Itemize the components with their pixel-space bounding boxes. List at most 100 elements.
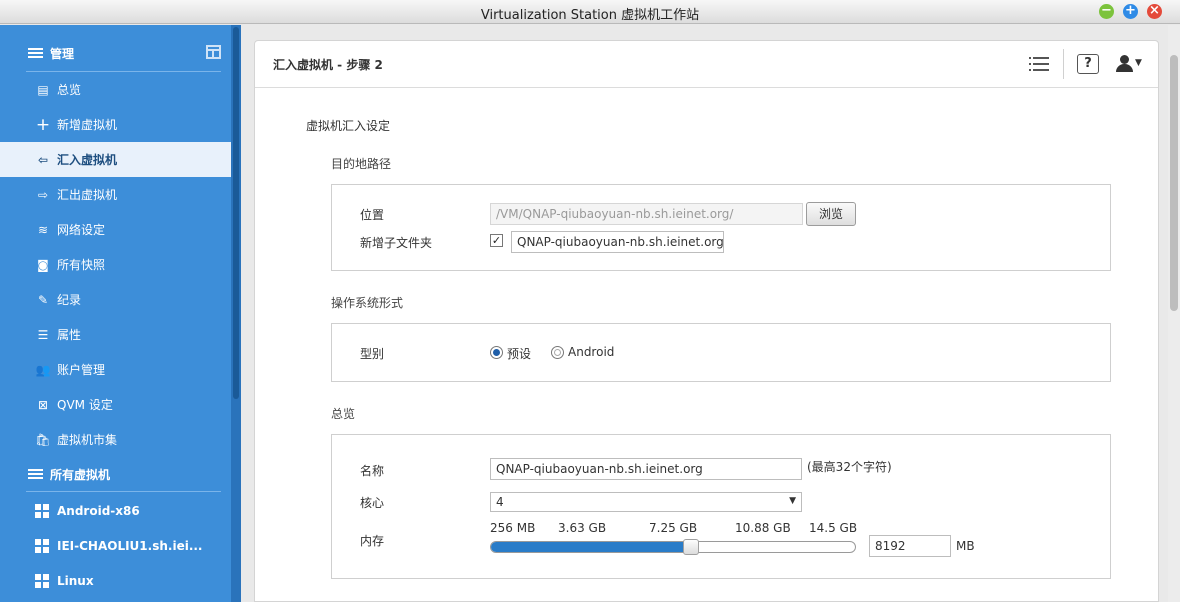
- log-icon: ✎: [37, 292, 49, 307]
- browse-button[interactable]: 浏览: [806, 202, 856, 226]
- sidebar-section-label: 所有虚拟机: [50, 467, 111, 482]
- vm-label: IEI-CHAOLIU1.sh.iei...: [57, 538, 203, 553]
- sidebar-item-import-vm[interactable]: ⇦ 汇入虚拟机: [0, 142, 231, 177]
- sidebar-scrollbar-thumb[interactable]: [233, 27, 239, 399]
- help-icon[interactable]: ?: [1077, 54, 1099, 74]
- chevron-down-icon: ▼: [789, 496, 796, 506]
- os-android-label[interactable]: Android: [568, 345, 614, 359]
- window-title-bar: Virtualization Station 虚拟机工作站 − + ×: [0, 0, 1180, 24]
- memory-tick: 256 MB: [490, 521, 536, 535]
- minimize-icon[interactable]: −: [1099, 4, 1114, 19]
- sidebar-item-label: 网络设定: [57, 223, 106, 237]
- location-input[interactable]: /VM/QNAP-qiubaoyuan-nb.sh.ieinet.org/: [490, 203, 803, 225]
- divider: [26, 491, 221, 492]
- memory-unit: MB: [956, 539, 975, 553]
- window-title: Virtualization Station 虚拟机工作站: [480, 8, 700, 23]
- sidebar-item-properties[interactable]: ☰ 属性: [0, 317, 231, 352]
- overview-icon: ▤: [37, 82, 49, 97]
- sidebar-item-label: 总览: [57, 83, 82, 97]
- import-icon: ⇦: [37, 152, 49, 167]
- sidebar-item-logs[interactable]: ✎ 纪录: [0, 282, 231, 317]
- memory-tick: 7.25 GB: [649, 521, 698, 535]
- user-menu-icon[interactable]: ▼: [1115, 55, 1143, 75]
- sidebar-item-accounts[interactable]: 👥 账户管理: [0, 352, 231, 387]
- page-scrollbar[interactable]: [1168, 25, 1180, 602]
- close-icon[interactable]: ×: [1147, 4, 1162, 19]
- vm-label: Android-x86: [57, 503, 140, 518]
- sidebar-item-label: 纪录: [57, 293, 82, 307]
- sidebar-section-manage[interactable]: 管理: [28, 43, 74, 63]
- sidebar-item-network[interactable]: ≋ 网络设定: [0, 212, 231, 247]
- sidebar-item-export-vm[interactable]: ⇨ 汇出虚拟机: [0, 177, 231, 212]
- sidebar-vm-item[interactable]: Android-x86: [0, 493, 231, 528]
- destination-title: 目的地路径: [331, 157, 392, 171]
- form-heading: 虚拟机汇入设定: [306, 119, 391, 133]
- new-folder-input[interactable]: QNAP-qiubaoyuan-nb.sh.ieinet.org: [511, 231, 724, 253]
- import-vm-panel: 汇入虚拟机 - 步骤 2 ? ▼ 虚拟机汇入设定 目的地路径 位置 /VM/QN…: [254, 40, 1159, 602]
- overview-box: 名称 QNAP-qiubaoyuan-nb.sh.ieinet.org (最高3…: [331, 434, 1111, 579]
- os-type-box: 型别 预设 Android: [331, 323, 1111, 382]
- plus-icon: +: [35, 114, 51, 135]
- vm-grid-icon: [35, 573, 49, 588]
- vm-name-input[interactable]: QNAP-qiubaoyuan-nb.sh.ieinet.org: [490, 458, 802, 480]
- sidebar-item-label: 汇出虚拟机: [57, 188, 118, 202]
- maximize-icon[interactable]: +: [1123, 4, 1138, 19]
- memory-slider[interactable]: [490, 541, 856, 553]
- sidebar-item-qvm-settings[interactable]: ⊠ QVM 设定: [0, 387, 231, 422]
- page-scrollbar-thumb[interactable]: [1170, 55, 1178, 311]
- memory-tick: 3.63 GB: [558, 521, 607, 535]
- sidebar-vm-item[interactable]: IEI-CHAOLIU1.sh.iei...: [0, 528, 231, 563]
- page-title: 汇入虚拟机 - 步骤 2: [273, 58, 383, 72]
- memory-input[interactable]: 8192: [869, 535, 951, 557]
- new-folder-label: 新增子文件夹: [360, 236, 433, 250]
- cores-value: 4: [496, 495, 504, 509]
- new-folder-checkbox[interactable]: ✓: [490, 234, 503, 247]
- panel-header: 汇入虚拟机 - 步骤 2 ? ▼: [255, 41, 1158, 88]
- sidebar-item-label: 新增虚拟机: [57, 118, 118, 132]
- memory-tick: 14.5 GB: [809, 521, 858, 535]
- memory-slider-fill: [491, 542, 692, 552]
- market-icon: 🛍: [35, 432, 51, 447]
- vm-label: Linux: [57, 573, 94, 588]
- accounts-icon: 👥: [35, 362, 51, 377]
- divider: [1063, 49, 1064, 79]
- sidebar-section-all-vms[interactable]: 所有虚拟机: [28, 464, 110, 484]
- sidebar-item-label: 虚拟机市集: [57, 433, 118, 447]
- export-icon: ⇨: [37, 187, 49, 202]
- sidebar: 管理 ▤ 总览 + 新增虚拟机 ⇦ 汇入虚拟机 ⇨ 汇出虚拟机 ≋ 网络设定 ◙…: [0, 25, 241, 602]
- name-label: 名称: [360, 464, 385, 478]
- type-label: 型别: [360, 347, 385, 361]
- properties-icon: ☰: [37, 327, 49, 342]
- sidebar-item-label: 所有快照: [57, 258, 106, 272]
- sidebar-item-snapshots[interactable]: ◙ 所有快照: [0, 247, 231, 282]
- location-label: 位置: [360, 208, 385, 222]
- sidebar-vm-item[interactable]: Linux: [0, 563, 231, 598]
- sidebar-item-add-vm[interactable]: + 新增虚拟机: [0, 107, 231, 142]
- memory-tick: 10.88 GB: [735, 521, 791, 535]
- sidebar-section-label: 管理: [50, 46, 75, 61]
- os-android-radio[interactable]: [551, 346, 564, 359]
- sidebar-item-label: 账户管理: [57, 363, 106, 377]
- vm-grid-icon: [35, 503, 49, 518]
- destination-box: 位置 /VM/QNAP-qiubaoyuan-nb.sh.ieinet.org/…: [331, 184, 1111, 271]
- os-default-radio[interactable]: [490, 346, 503, 359]
- overview-title: 总览: [331, 407, 356, 421]
- sidebar-item-label: 属性: [57, 328, 82, 342]
- cores-select[interactable]: 4 ▼: [490, 492, 802, 512]
- qvm-icon: ⊠: [37, 397, 49, 412]
- os-default-label[interactable]: 预设: [507, 345, 531, 362]
- sidebar-item-vm-market[interactable]: 🛍 虚拟机市集: [0, 422, 231, 457]
- network-icon: ≋: [37, 222, 49, 237]
- list-icon[interactable]: [1029, 57, 1049, 71]
- memory-slider-handle[interactable]: [683, 539, 700, 555]
- sidebar-item-label: QVM 设定: [57, 398, 113, 412]
- menu-icon: [28, 48, 43, 58]
- sidebar-item-label: 汇入虚拟机: [57, 153, 118, 167]
- vm-grid-icon: [35, 538, 49, 553]
- layout-toggle-icon[interactable]: [206, 45, 221, 59]
- memory-label: 内存: [360, 534, 385, 548]
- cores-label: 核心: [360, 496, 385, 510]
- camera-icon: ◙: [37, 257, 49, 272]
- sidebar-item-overview[interactable]: ▤ 总览: [0, 72, 231, 107]
- os-type-title: 操作系统形式: [331, 296, 404, 310]
